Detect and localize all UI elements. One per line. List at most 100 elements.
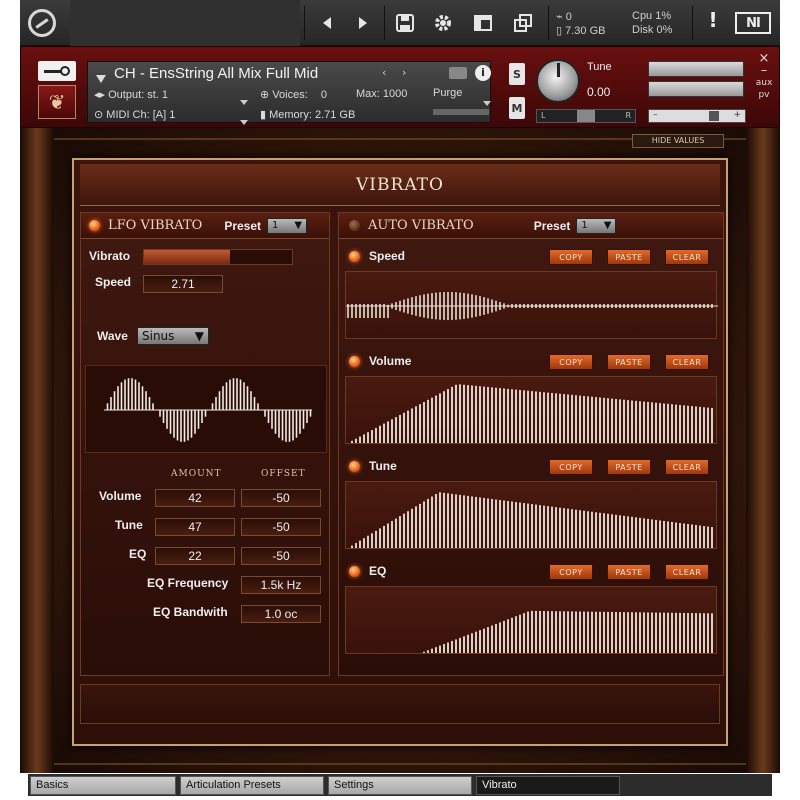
paste-button[interactable]: PASTE	[607, 249, 651, 265]
toolbar-divider	[692, 6, 693, 40]
clear-button[interactable]: CLEAR	[665, 564, 709, 580]
volume-minus-icon[interactable]: –	[653, 110, 658, 120]
volume-amount-box[interactable]: 42	[155, 489, 235, 507]
chevron-down-icon: ▼	[603, 220, 612, 231]
midi-row[interactable]: ⊙ MIDI Ch: [A] 1	[94, 108, 175, 121]
collapse-arrow-icon[interactable]	[96, 68, 106, 83]
copy-button[interactable]: COPY	[549, 459, 593, 475]
purge-area: i Purge	[427, 61, 495, 123]
gear-icon[interactable]	[426, 8, 460, 38]
copy-button[interactable]: COPY	[549, 354, 593, 370]
wave-label: Wave	[97, 329, 128, 343]
copy-button[interactable]: COPY	[549, 249, 593, 265]
pan-slider[interactable]: L R	[536, 109, 636, 123]
voices-value: 0	[320, 89, 327, 101]
tab-vibrato[interactable]: Vibrato	[476, 776, 620, 795]
page-title: VIBRATO	[356, 174, 444, 195]
clear-button[interactable]: CLEAR	[665, 459, 709, 475]
tab-settings[interactable]: Settings	[328, 776, 472, 795]
clear-button[interactable]: CLEAR	[665, 354, 709, 370]
info-icon[interactable]: i	[475, 65, 491, 81]
envelope-section-speed: Speed COPY PASTE CLEAR	[339, 245, 725, 345]
volume-handle[interactable]	[709, 111, 719, 121]
tab-articulation-presets[interactable]: Articulation Presets	[180, 776, 324, 795]
envelope-title: Tune	[369, 459, 397, 473]
toolbar-divider	[548, 6, 549, 40]
paste-button[interactable]: PASTE	[607, 459, 651, 475]
output-dropdown-icon[interactable]	[240, 90, 248, 109]
purge-button[interactable]: Purge	[433, 87, 462, 99]
solo-button[interactable]: S	[509, 63, 525, 85]
volume-slider[interactable]: – +	[648, 109, 746, 123]
output-label: Output:	[108, 89, 145, 101]
mute-button[interactable]: M	[509, 97, 525, 119]
warning-exclamation-icon[interactable]: !	[703, 8, 723, 38]
auto-preset-dropdown[interactable]: 1 ▼	[576, 217, 617, 234]
speed-value-box[interactable]: 2.71	[143, 275, 223, 293]
paste-button[interactable]: PASTE	[607, 564, 651, 580]
envelope-bars	[351, 384, 713, 443]
pv-button[interactable]: pv	[754, 89, 774, 101]
midi-dropdown-icon[interactable]	[240, 110, 248, 129]
envelope-led-icon[interactable]	[349, 461, 360, 472]
tab-basics[interactable]: Basics	[30, 776, 176, 795]
envelope-bars	[351, 492, 713, 548]
wrench-icon[interactable]	[38, 61, 76, 81]
eq-amount-box[interactable]: 22	[155, 547, 235, 565]
layout-view-icon[interactable]	[466, 8, 500, 38]
output-row[interactable]: ◂▸ Output: st. 1	[94, 88, 168, 101]
lfo-enable-led-icon[interactable]	[89, 220, 100, 231]
tune-amount-box[interactable]: 47	[155, 518, 235, 536]
envelope-led-icon[interactable]	[349, 356, 360, 367]
offset-column-header: OFFSET	[261, 469, 306, 479]
volume-plus-icon[interactable]: +	[733, 110, 741, 120]
sine-waveform	[104, 378, 312, 442]
ornate-frame: HIDE VALUES VIBRATO LFO VIBRATO Preset 1…	[20, 128, 780, 773]
eq-offset-box[interactable]: -50	[241, 547, 321, 565]
pan-right-label: R	[625, 111, 631, 120]
instrument-name[interactable]: CH - EnsString All Mix Full Mid	[114, 65, 318, 82]
paste-button[interactable]: PASTE	[607, 354, 651, 370]
aux-button[interactable]: aux	[754, 77, 774, 89]
next-arrow-icon[interactable]	[346, 8, 380, 38]
pan-handle[interactable]	[577, 110, 595, 122]
eq-frequency-box[interactable]: 1.5k Hz	[241, 576, 321, 594]
envelope-graph[interactable]	[345, 481, 717, 549]
purge-meter	[433, 109, 489, 115]
envelope-led-icon[interactable]	[349, 251, 360, 262]
tune-knob[interactable]	[536, 59, 580, 103]
speed-label: Speed	[95, 275, 132, 289]
lfo-title: LFO VIBRATO	[108, 218, 203, 233]
instrument-next-icon[interactable]: ›	[402, 66, 406, 79]
lfo-waveform-display	[85, 365, 327, 453]
tune-value[interactable]: 0.00	[587, 85, 610, 99]
prev-arrow-icon[interactable]	[310, 8, 344, 38]
clear-button[interactable]: CLEAR	[665, 249, 709, 265]
tune-display: Tune 0.00	[583, 59, 635, 103]
snapshot-camera-icon[interactable]	[449, 67, 467, 79]
kontakt-logo-icon[interactable]	[28, 9, 56, 37]
envelope-graph[interactable]	[345, 376, 717, 444]
copy-button[interactable]: COPY	[549, 564, 593, 580]
memory-label: Memory:	[269, 109, 312, 121]
wave-dropdown[interactable]: Sinus ▼	[137, 327, 209, 345]
volume-offset-box[interactable]: -50	[241, 489, 321, 507]
auto-enable-led-icon[interactable]	[349, 220, 360, 231]
vibrato-slider[interactable]	[143, 249, 293, 265]
purge-dropdown-icon[interactable]	[483, 91, 491, 110]
max-value: 1000	[382, 88, 408, 100]
envelope-led-icon[interactable]	[349, 566, 360, 577]
save-disk-icon[interactable]	[388, 8, 422, 38]
lfo-preset-dropdown[interactable]: 1 ▼	[267, 217, 308, 234]
eq-bandwidth-box[interactable]: 1.0 oc	[241, 605, 321, 623]
resize-window-icon[interactable]	[506, 8, 540, 38]
bottom-info-strip	[80, 684, 720, 724]
minimize-instrument-icon[interactable]: –	[754, 64, 774, 77]
envelope-graph[interactable]	[345, 271, 718, 339]
max-voices-row[interactable]: Max: 1000	[356, 88, 407, 100]
envelope-graph[interactable]	[345, 586, 717, 654]
instrument-prev-icon[interactable]: ‹	[382, 66, 386, 79]
hide-values-button[interactable]: HIDE VALUES	[632, 134, 724, 148]
ni-badge-icon[interactable]: NI	[735, 12, 771, 34]
tune-offset-box[interactable]: -50	[241, 518, 321, 536]
